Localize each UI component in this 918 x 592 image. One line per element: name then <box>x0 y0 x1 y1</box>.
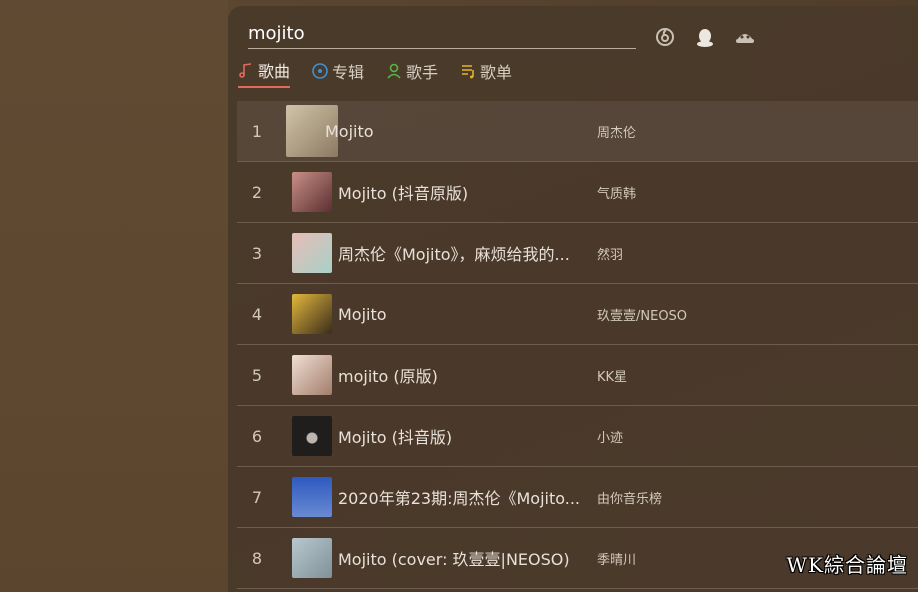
search-box[interactable] <box>248 20 636 49</box>
tab-label: 歌单 <box>480 63 513 82</box>
song-title: 2020年第23期:周杰伦《Mojito... <box>338 489 580 508</box>
song-title: 周杰伦《Mojito》，麻烦给我的... <box>338 245 570 264</box>
album-cover <box>292 355 332 395</box>
qq-icon[interactable] <box>694 26 716 48</box>
song-title: Mojito <box>338 304 387 324</box>
tab-singers[interactable]: 歌手 <box>386 58 438 88</box>
song-number: 3 <box>251 243 263 263</box>
background-left <box>0 0 228 592</box>
album-cover <box>292 538 332 578</box>
song-artist[interactable]: 然羽 <box>597 244 623 263</box>
song-row-2[interactable]: 2 Mojito (抖音原版) 气质韩 <box>237 162 918 223</box>
song-number: 6 <box>251 426 263 446</box>
song-title: Mojito (抖音版) <box>338 428 453 447</box>
song-row-7[interactable]: 7 2020年第23期:周杰伦《Mojito... 由你音乐榜 <box>237 467 918 528</box>
music-note-icon <box>238 62 254 78</box>
song-title: mojito (原版) <box>338 367 438 386</box>
song-artist[interactable]: 玖壹壹/NEOSO <box>597 305 687 324</box>
song-row-5[interactable]: 5 mojito (原版) KK星 <box>237 345 918 406</box>
song-number: 4 <box>251 304 263 324</box>
song-number: 1 <box>251 121 263 141</box>
song-number: 8 <box>251 548 263 568</box>
source-icons <box>654 26 756 48</box>
singer-icon <box>386 63 402 79</box>
search-input[interactable] <box>248 20 636 46</box>
song-number: 5 <box>251 365 263 385</box>
song-number: 7 <box>251 487 263 507</box>
song-title: Mojito <box>325 121 374 141</box>
tab-label: 歌手 <box>406 63 439 82</box>
song-row-4[interactable]: 4 Mojito 玖壹壹/NEOSO <box>237 284 918 345</box>
album-cover <box>292 233 332 273</box>
song-list: 1 Mojito 周杰伦 2 Mojito (抖音原版) 气质韩 3 周杰伦《M… <box>237 101 918 589</box>
tab-playlists[interactable]: 歌单 <box>460 58 512 88</box>
album-cover <box>292 294 332 334</box>
song-row-1[interactable]: 1 Mojito 周杰伦 <box>237 101 918 162</box>
song-artist[interactable]: 小迹 <box>597 427 623 446</box>
song-artist[interactable]: KK星 <box>597 366 627 385</box>
song-row-3[interactable]: 3 周杰伦《Mojito》，麻烦给我的... 然羽 <box>237 223 918 284</box>
album-icon <box>312 63 328 79</box>
tab-label: 专辑 <box>332 63 365 82</box>
tab-bar: 歌曲 专辑 歌手 歌单 <box>238 58 512 88</box>
watermark: WK綜合論壇 <box>786 553 908 577</box>
tab-albums[interactable]: 专辑 <box>312 58 364 88</box>
song-artist[interactable]: 周杰伦 <box>597 122 636 141</box>
kugou-icon[interactable] <box>734 26 756 48</box>
song-artist[interactable]: 气质韩 <box>597 183 636 202</box>
song-artist[interactable]: 季晴川 <box>597 549 636 568</box>
song-artist[interactable]: 由你音乐榜 <box>597 488 662 507</box>
netease-icon[interactable] <box>654 26 676 48</box>
song-title: Mojito (cover: 玖壹壹|NEOSO) <box>338 550 570 569</box>
tab-label: 歌曲 <box>258 62 291 81</box>
song-number: 2 <box>251 182 263 202</box>
album-cover <box>292 172 332 212</box>
song-title: Mojito (抖音原版) <box>338 184 469 203</box>
album-cover <box>292 416 332 456</box>
song-row-6[interactable]: 6 Mojito (抖音版) 小迹 <box>237 406 918 467</box>
playlist-icon <box>460 63 476 79</box>
tab-songs[interactable]: 歌曲 <box>238 58 291 88</box>
album-cover <box>292 477 332 517</box>
